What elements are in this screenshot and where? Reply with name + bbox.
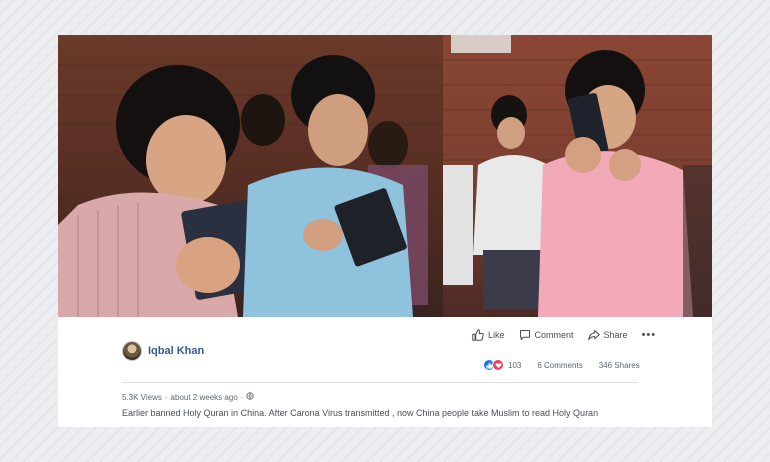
- speech-bubble-icon: [519, 329, 531, 341]
- divider: [122, 382, 638, 383]
- post-actions: Like Comment Share •••: [472, 329, 656, 341]
- like-button[interactable]: Like: [472, 329, 505, 341]
- video-frame-right: [443, 35, 712, 317]
- post-video[interactable]: [58, 35, 712, 317]
- share-label: Share: [603, 330, 628, 340]
- info-separator-2: ·: [240, 392, 244, 402]
- globe-icon: [246, 392, 255, 402]
- reactions-count[interactable]: 103: [508, 361, 521, 370]
- ellipsis-icon[interactable]: •••: [642, 329, 657, 341]
- post-timestamp[interactable]: about 2 weeks ago: [171, 393, 238, 402]
- post-author[interactable]: Iqbal Khan: [122, 341, 204, 361]
- comments-count[interactable]: 6 Comments: [537, 361, 582, 370]
- comment-label: Comment: [534, 330, 574, 340]
- love-reaction-icon: [492, 359, 504, 371]
- comment-button[interactable]: Comment: [519, 329, 574, 341]
- author-name[interactable]: Iqbal Khan: [148, 345, 204, 357]
- post-meta: Iqbal Khan Like Comment Share ••• 103 6 …: [58, 317, 712, 427]
- shares-count[interactable]: 346 Shares: [599, 361, 640, 370]
- thumbs-up-icon: [472, 329, 484, 341]
- post-caption: Earlier banned Holy Quran in China. Afte…: [122, 408, 599, 418]
- video-frame-left: [58, 35, 443, 317]
- info-separator: ·: [164, 392, 168, 402]
- post-card: Iqbal Khan Like Comment Share ••• 103 6 …: [58, 35, 712, 427]
- reaction-icons[interactable]: [483, 359, 504, 371]
- author-avatar[interactable]: [122, 341, 142, 361]
- views-count: 5.3K Views: [122, 392, 162, 402]
- share-arrow-icon: [587, 329, 600, 341]
- post-info: 5.3K Views · about 2 weeks ago ·: [122, 392, 255, 402]
- like-label: Like: [488, 330, 505, 340]
- post-stats: 103 6 Comments 346 Shares: [483, 359, 640, 371]
- share-button[interactable]: Share: [587, 329, 628, 341]
